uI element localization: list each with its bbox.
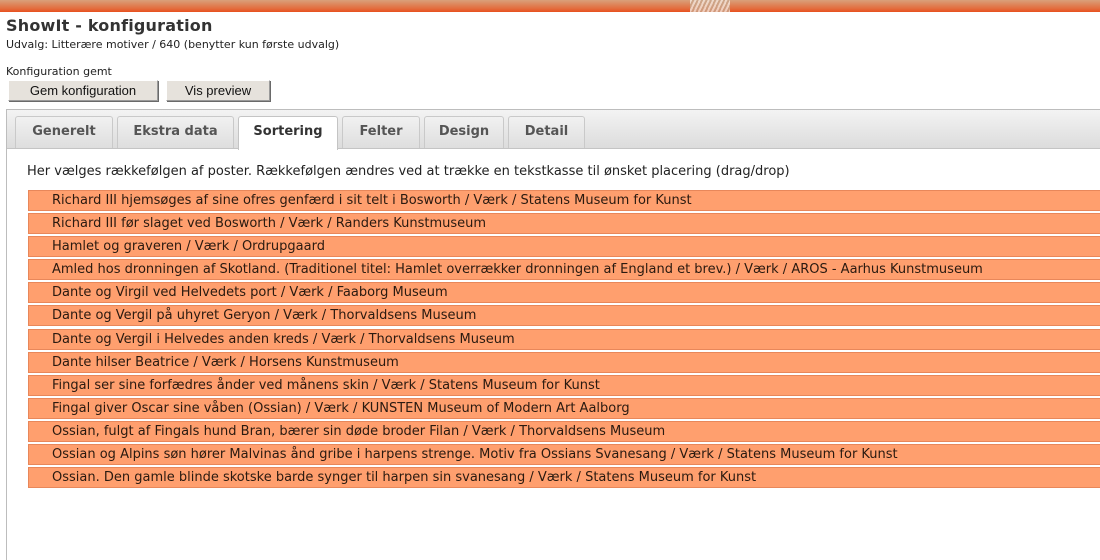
sortable-item[interactable]: Ossian, fulgt af Fingals hund Bran, bære… <box>28 420 1100 442</box>
preview-button[interactable]: Vis preview <box>166 80 270 101</box>
tab-generelt[interactable]: Generelt <box>15 116 113 148</box>
sortable-list: Richard III hjemsøges af sine ofres genf… <box>28 190 1100 490</box>
header-banner <box>0 0 1100 16</box>
tab-panel: Generelt Ekstra data Sortering Felter De… <box>6 109 1100 560</box>
tab-sortering[interactable]: Sortering <box>238 116 338 150</box>
banner-decoration <box>690 0 730 12</box>
sortable-item[interactable]: Dante og Virgil ved Helvedets port / Vær… <box>28 282 1100 304</box>
tab-detail[interactable]: Detail <box>508 116 585 148</box>
sortable-item[interactable]: Richard III hjemsøges af sine ofres genf… <box>28 190 1100 211</box>
page-title: ShowIt - konfiguration <box>6 16 213 35</box>
sortable-item[interactable]: Dante hilser Beatrice / Værk / Horsens K… <box>28 351 1100 373</box>
tab-ekstra-data[interactable]: Ekstra data <box>117 116 234 148</box>
selection-subtitle: Udvalg: Litterære motiver / 640 (benytte… <box>6 38 340 51</box>
save-configuration-button[interactable]: Gem konfiguration <box>8 80 158 101</box>
sortable-item[interactable]: Ossian og Alpins søn hører Malvinas ånd … <box>28 444 1100 466</box>
sortable-item[interactable]: Amled hos dronningen af Skotland. (Tradi… <box>28 259 1100 281</box>
tab-design[interactable]: Design <box>424 116 504 148</box>
tab-felter[interactable]: Felter <box>342 116 420 148</box>
sortable-item[interactable]: Hamlet og graveren / Værk / Ordrupgaard <box>28 236 1100 258</box>
sortable-item[interactable]: Ossian. Den gamle blinde skotske barde s… <box>28 467 1100 489</box>
sortable-item[interactable]: Fingal giver Oscar sine våben (Ossian) /… <box>28 397 1100 419</box>
tab-bar: Generelt Ekstra data Sortering Felter De… <box>7 110 1100 150</box>
sorting-instruction: Her vælges rækkefølgen af poster. Rækkef… <box>27 164 790 179</box>
sortable-item[interactable]: Dante og Vergil i Helvedes anden kreds /… <box>28 328 1100 350</box>
status-message: Konfiguration gemt <box>6 65 112 78</box>
sortable-item[interactable]: Dante og Vergil på uhyret Geryon / Værk … <box>28 305 1100 327</box>
sortable-item[interactable]: Richard III før slaget ved Bosworth / Væ… <box>28 213 1100 235</box>
sortable-item[interactable]: Fingal ser sine forfædres ånder ved måne… <box>28 374 1100 396</box>
